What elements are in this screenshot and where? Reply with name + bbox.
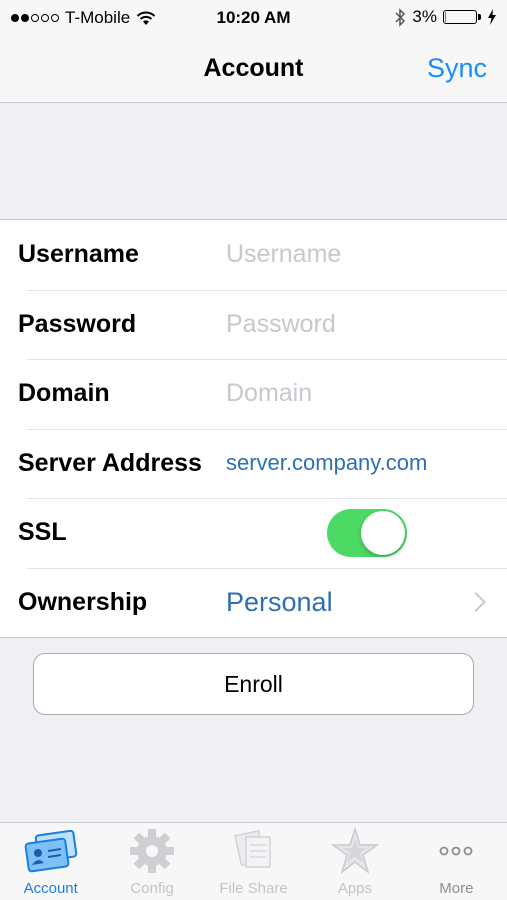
- tab-label: More: [439, 880, 474, 897]
- tab-apps[interactable]: Apps: [304, 823, 405, 900]
- battery-icon: [443, 10, 481, 24]
- ssl-row: SSL: [0, 498, 507, 568]
- password-label: Password: [18, 309, 137, 338]
- tab-label: Config: [130, 880, 174, 897]
- status-bar: T-Mobile 10:20 AM 3%: [0, 0, 507, 36]
- domain-label: Domain: [18, 379, 110, 408]
- ssl-label: SSL: [18, 518, 67, 547]
- username-input[interactable]: [226, 240, 486, 270]
- bluetooth-icon: [395, 7, 406, 27]
- file-share-icon: [233, 829, 271, 868]
- tab-more[interactable]: More: [406, 823, 507, 900]
- password-row: Password: [0, 289, 507, 360]
- more-dots-icon: [439, 846, 473, 856]
- status-right: 3%: [394, 7, 497, 27]
- tab-label: File Share: [219, 880, 288, 897]
- domain-input[interactable]: [226, 379, 486, 409]
- tab-file-share[interactable]: File Share: [203, 823, 304, 900]
- username-row: Username: [0, 220, 507, 290]
- server-address-row: Server Address server.company.com: [0, 428, 507, 499]
- ownership-value[interactable]: Personal: [226, 587, 333, 618]
- tab-account[interactable]: Account: [0, 823, 101, 900]
- tab-config[interactable]: Config: [101, 823, 202, 900]
- chevron-right-icon: [466, 592, 486, 613]
- navigation-bar: Account Sync: [0, 36, 507, 103]
- sync-button[interactable]: Sync: [427, 53, 487, 84]
- enroll-button[interactable]: Enroll: [33, 653, 474, 715]
- ssl-toggle[interactable]: [327, 508, 407, 557]
- ownership-label: Ownership: [18, 587, 148, 616]
- server-address-label: Server Address: [18, 448, 202, 477]
- domain-row: Domain: [0, 359, 507, 429]
- account-form: Username Password Domain Server Address …: [0, 219, 507, 638]
- gear-icon: [130, 829, 175, 873]
- account-card-icon: [24, 829, 77, 873]
- tab-label: Apps: [337, 880, 373, 897]
- tab-label: Account: [23, 880, 78, 897]
- tab-bar: Account Config File Share Apps More: [0, 822, 507, 900]
- toggle-knob: [361, 510, 405, 555]
- password-input[interactable]: [226, 309, 486, 339]
- star-icon: [330, 827, 380, 875]
- battery-percentage: 3%: [412, 7, 437, 26]
- battery-fill: [445, 12, 446, 22]
- server-address-field[interactable]: server.company.com: [226, 450, 427, 476]
- ownership-row[interactable]: Ownership Personal: [0, 567, 507, 638]
- charging-bolt-icon: [488, 9, 496, 25]
- username-label: Username: [18, 240, 139, 269]
